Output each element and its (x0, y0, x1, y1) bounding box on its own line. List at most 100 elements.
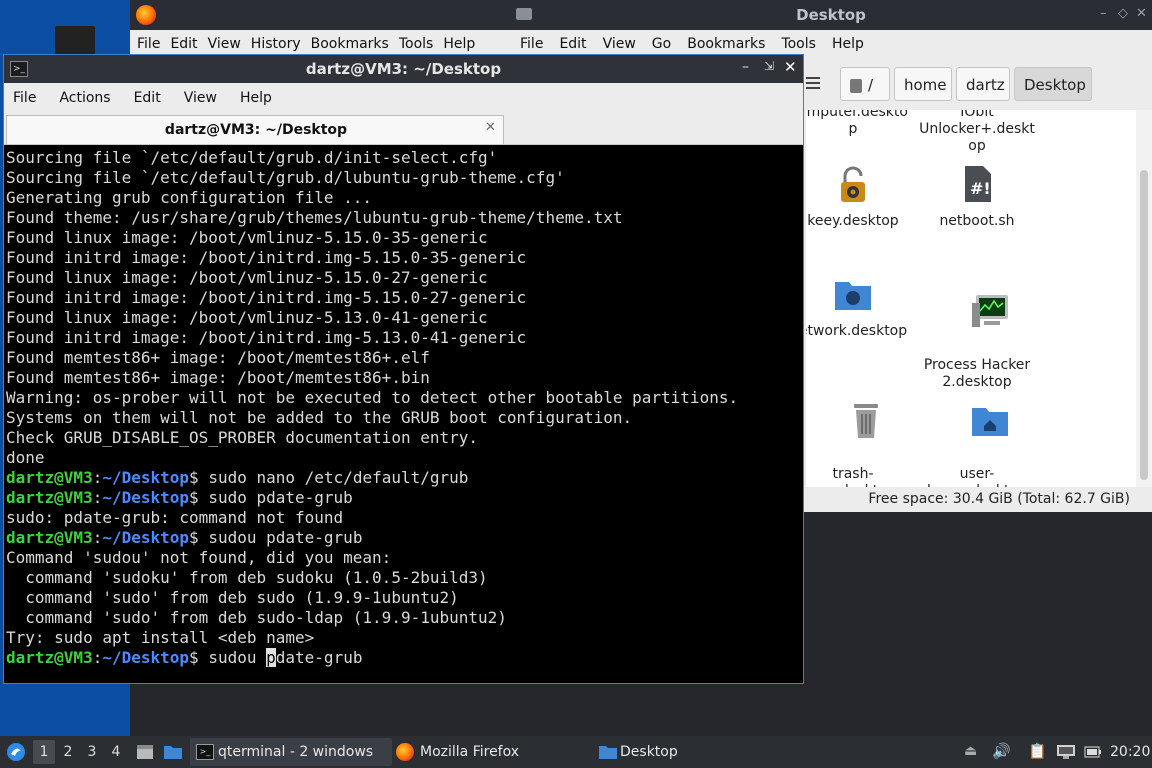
file-item-user-home[interactable]: user- home.desktop (912, 383, 1042, 487)
firefox-menu-bookmarks[interactable]: Bookmarks (311, 36, 389, 52)
minimize-icon[interactable]: – (1100, 6, 1107, 21)
file-item-netboot[interactable]: #! netboot.sh (912, 164, 1042, 230)
fm-menu-view[interactable]: View (603, 36, 636, 52)
file-manager-titlebar[interactable]: Desktop – ◇ ✕ (510, 0, 1152, 30)
trash-icon (854, 404, 879, 438)
prompt-user: dartz@VM3 (6, 528, 93, 547)
terminal-line: Sourcing file `/etc/default/grub.d/init-… (6, 148, 498, 167)
file-item-iobit[interactable]: IObit Unlocker+.deskt op (912, 110, 1042, 155)
breadcrumb-home[interactable]: home (894, 67, 952, 101)
padlock-gear-icon (841, 166, 865, 202)
terminal-line: Try: sudo apt install <deb name> (6, 628, 315, 647)
file-view[interactable]: omputer.deskto p IObit Unlocker+.deskt o… (806, 110, 1136, 487)
firefox-menu-file[interactable]: File (137, 36, 160, 52)
taskbar: 1 2 3 4 >_ qterminal - 2 windows Mozilla… (0, 736, 1152, 768)
terminal-line: command 'sudo' from deb sudo (1.9.9-1ubu… (6, 588, 459, 607)
monitor-icon (972, 295, 1009, 327)
firefox-menu-edit[interactable]: Edit (170, 36, 197, 52)
firefox-menu-tools[interactable]: Tools (399, 36, 434, 52)
terminal-titlebar[interactable]: >_ dartz@VM3: ~/Desktop – ⇲ ✕ (4, 55, 803, 83)
terminal-line: Command 'sudou' not found, did you mean: (6, 548, 392, 567)
term-menu-help[interactable]: Help (240, 90, 272, 106)
maximize-icon[interactable]: ⇲ (764, 59, 774, 73)
terminal-line: Generating grub configuration file ... (6, 188, 373, 207)
firefox-menu-view[interactable]: View (208, 36, 241, 52)
window-title: Desktop (796, 6, 866, 24)
fm-menu-tools[interactable]: Tools (781, 36, 816, 52)
file-item-label: netboot.sh (939, 213, 1015, 229)
fm-menu-bookmarks[interactable]: Bookmarks (687, 36, 765, 52)
term-menu-actions[interactable]: Actions (59, 90, 110, 106)
workspace-3[interactable]: 3 (81, 740, 103, 764)
terminal-line: dartz@VM3:~/Desktop$ sudou pdate-grub (6, 528, 363, 547)
terminal-tab[interactable]: dartz@VM3: ~/Desktop ✕ (6, 115, 504, 144)
breadcrumb-dartz[interactable]: dartz (956, 67, 1010, 101)
eject-icon[interactable]: ⏏ (964, 743, 977, 759)
fm-menu-file[interactable]: File (520, 36, 543, 52)
breadcrumb-desktop[interactable]: Desktop (1014, 67, 1092, 101)
prompt-path: ~/Desktop (102, 468, 190, 487)
task-desktop[interactable]: Desktop (596, 738, 796, 766)
drive-icon (850, 78, 862, 93)
term-menu-file[interactable]: File (13, 90, 36, 106)
prompt-user: dartz@VM3 (6, 488, 93, 507)
file-item-label: trash- can.desktop (810, 466, 895, 487)
svg-text:#!: #! (970, 179, 991, 198)
close-icon[interactable]: ✕ (784, 58, 797, 76)
workspace-2[interactable]: 2 (57, 740, 79, 764)
term-menu-view[interactable]: View (184, 90, 217, 106)
show-desktop-icon[interactable] (136, 744, 154, 760)
firefox-menu-history[interactable]: History (251, 36, 301, 52)
tab-close-icon[interactable]: ✕ (485, 120, 496, 135)
status-bar: Free space: 30.4 GiB (Total: 62.7 GiB) (806, 487, 1152, 512)
terminal-line: command 'sudo' from deb sudo-ldap (1.9.9… (6, 608, 507, 627)
list-view-icon[interactable] (806, 76, 820, 90)
terminal-output-area[interactable]: Sourcing file `/etc/default/grub.d/init-… (4, 145, 803, 683)
close-icon[interactable]: ✕ (1136, 6, 1147, 21)
firefox-icon (136, 5, 156, 25)
file-item-computer[interactable]: omputer.deskto p (806, 110, 918, 138)
folder-icon (599, 746, 617, 759)
task-label: Mozilla Firefox (420, 744, 520, 760)
scrollbar-thumb[interactable] (1140, 170, 1148, 480)
tab-label: dartz@VM3: ~/Desktop (164, 122, 348, 138)
minimize-icon[interactable]: – (742, 59, 749, 75)
fm-menu-edit[interactable]: Edit (559, 36, 586, 52)
workspace-4[interactable]: 4 (105, 740, 127, 764)
terminal-line: Found initrd image: /boot/initrd.img-5.1… (6, 248, 527, 267)
firefox-titlebar[interactable] (130, 0, 550, 30)
network-icon[interactable] (1056, 744, 1076, 760)
file-item-trash[interactable]: trash- can.desktop (806, 383, 918, 487)
terminal-line: Systems on them will not be added to the… (6, 408, 633, 427)
fm-menu-go[interactable]: Go (652, 36, 671, 52)
firefox-menu-help[interactable]: Help (443, 36, 475, 52)
file-item-keey[interactable]: keey.desktop (806, 164, 918, 230)
terminal-line: Found linux image: /boot/vmlinuz-5.15.0-… (6, 268, 488, 287)
folder-icon[interactable] (163, 744, 183, 760)
terminal-current-line: dartz@VM3:~/Desktop$ sudou pdate-grub (6, 648, 363, 667)
terminal-text: Sourcing file `/etc/default/grub.d/init-… (6, 148, 738, 668)
file-item-label: keey.desktop (807, 213, 899, 229)
fm-menu-help[interactable]: Help (832, 36, 864, 52)
maximize-icon[interactable]: ◇ (1118, 6, 1128, 21)
battery-icon[interactable] (1084, 745, 1102, 759)
workspace-1[interactable]: 1 (33, 740, 55, 764)
terminal-line: Found memtest86+ image: /boot/memtest86+… (6, 368, 430, 387)
lubuntu-menu-icon[interactable] (6, 742, 26, 762)
terminal-line: dartz@VM3:~/Desktop$ sudo pdate-grub (6, 488, 353, 507)
breadcrumb-root[interactable]: / (840, 67, 890, 101)
task-firefox[interactable]: Mozilla Firefox (394, 738, 594, 766)
prompt-user: dartz@VM3 (6, 648, 93, 667)
prompt-path: ~/Desktop (102, 528, 190, 547)
terminal-line: Found linux image: /boot/vmlinuz-5.13.0-… (6, 308, 488, 327)
term-menu-edit[interactable]: Edit (134, 90, 161, 106)
desktop-icon[interactable] (55, 26, 95, 56)
clipboard-icon[interactable]: 📋 (1028, 742, 1047, 760)
task-label: qterminal - 2 windows (218, 744, 374, 760)
terminal-line: dartz@VM3:~/Desktop$ sudo nano /etc/defa… (6, 468, 469, 487)
volume-icon[interactable]: 🔊 (992, 742, 1011, 760)
clock: 20:20 (1110, 744, 1151, 760)
task-qterminal[interactable]: >_ qterminal - 2 windows (190, 738, 392, 766)
file-item-network[interactable]: etwork.desktop (806, 274, 918, 340)
terminal-tabbar: dartz@VM3: ~/Desktop ✕ (4, 113, 803, 145)
